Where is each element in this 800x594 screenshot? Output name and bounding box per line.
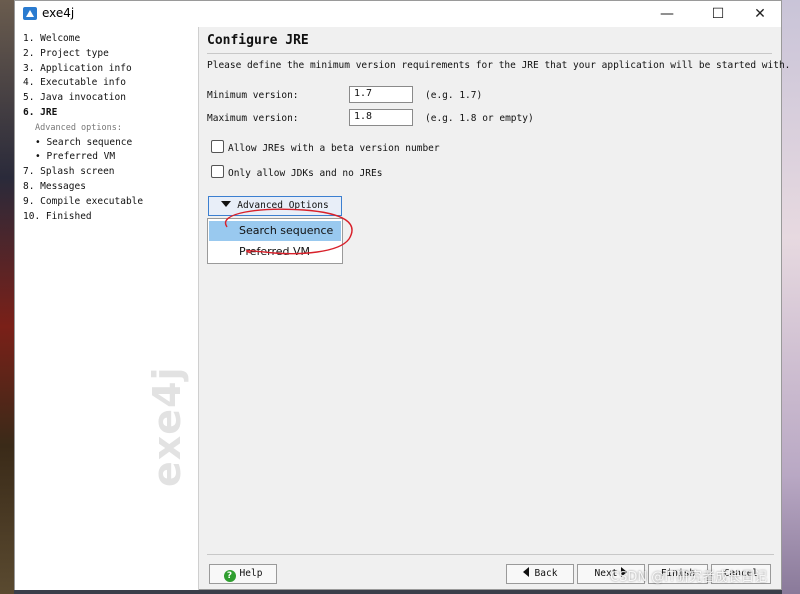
help-icon: ?	[224, 570, 236, 582]
help-label: Help	[240, 568, 263, 579]
exe4j-watermark-logo: exe4j	[145, 366, 189, 487]
step-compile-executable[interactable]: 9. Compile executable	[23, 196, 143, 207]
advanced-options-header: Advanced options:	[35, 123, 122, 133]
back-button[interactable]: Back	[506, 564, 574, 584]
jre-config-panel: Configure JRE Please define the minimum …	[199, 27, 781, 590]
close-icon[interactable]: ✕	[737, 1, 783, 27]
step-preferred-vm[interactable]: • Preferred VM	[35, 151, 115, 162]
step-application-info[interactable]: 3. Application info	[23, 63, 132, 74]
step-messages[interactable]: 8. Messages	[23, 181, 86, 192]
title-bar[interactable]: exe4j — ☐ ✕	[15, 1, 781, 27]
step-splash-screen[interactable]: 7. Splash screen	[23, 166, 115, 177]
step-executable-info[interactable]: 4. Executable info	[23, 77, 126, 88]
exe4j-app-icon	[23, 7, 37, 20]
wizard-steps-sidebar: 1. Welcome 2. Project type 3. Applicatio…	[15, 27, 199, 590]
step-finished[interactable]: 10. Finished	[23, 211, 92, 222]
desktop-background-right	[782, 0, 800, 594]
back-label: Back	[535, 568, 558, 579]
help-button[interactable]: ? Help	[209, 564, 277, 584]
red-annotation-circle	[199, 27, 781, 287]
arrow-left-icon	[523, 567, 529, 577]
window-title: exe4j	[42, 6, 74, 20]
maximize-icon[interactable]: ☐	[695, 1, 741, 27]
footer-divider	[207, 554, 774, 555]
step-jre-current[interactable]: 6. JRE	[23, 107, 57, 118]
step-welcome[interactable]: 1. Welcome	[23, 33, 80, 44]
csdn-watermark: CSDN @IT研究者成长日记	[610, 566, 767, 585]
step-project-type[interactable]: 2. Project type	[23, 48, 109, 59]
exe4j-window: exe4j — ☐ ✕ 1. Welcome 2. Project type 3…	[14, 0, 782, 590]
step-search-sequence[interactable]: • Search sequence	[35, 137, 132, 148]
desktop-background-left	[0, 0, 14, 594]
step-java-invocation[interactable]: 5. Java invocation	[23, 92, 126, 103]
minimize-icon[interactable]: —	[644, 1, 690, 27]
